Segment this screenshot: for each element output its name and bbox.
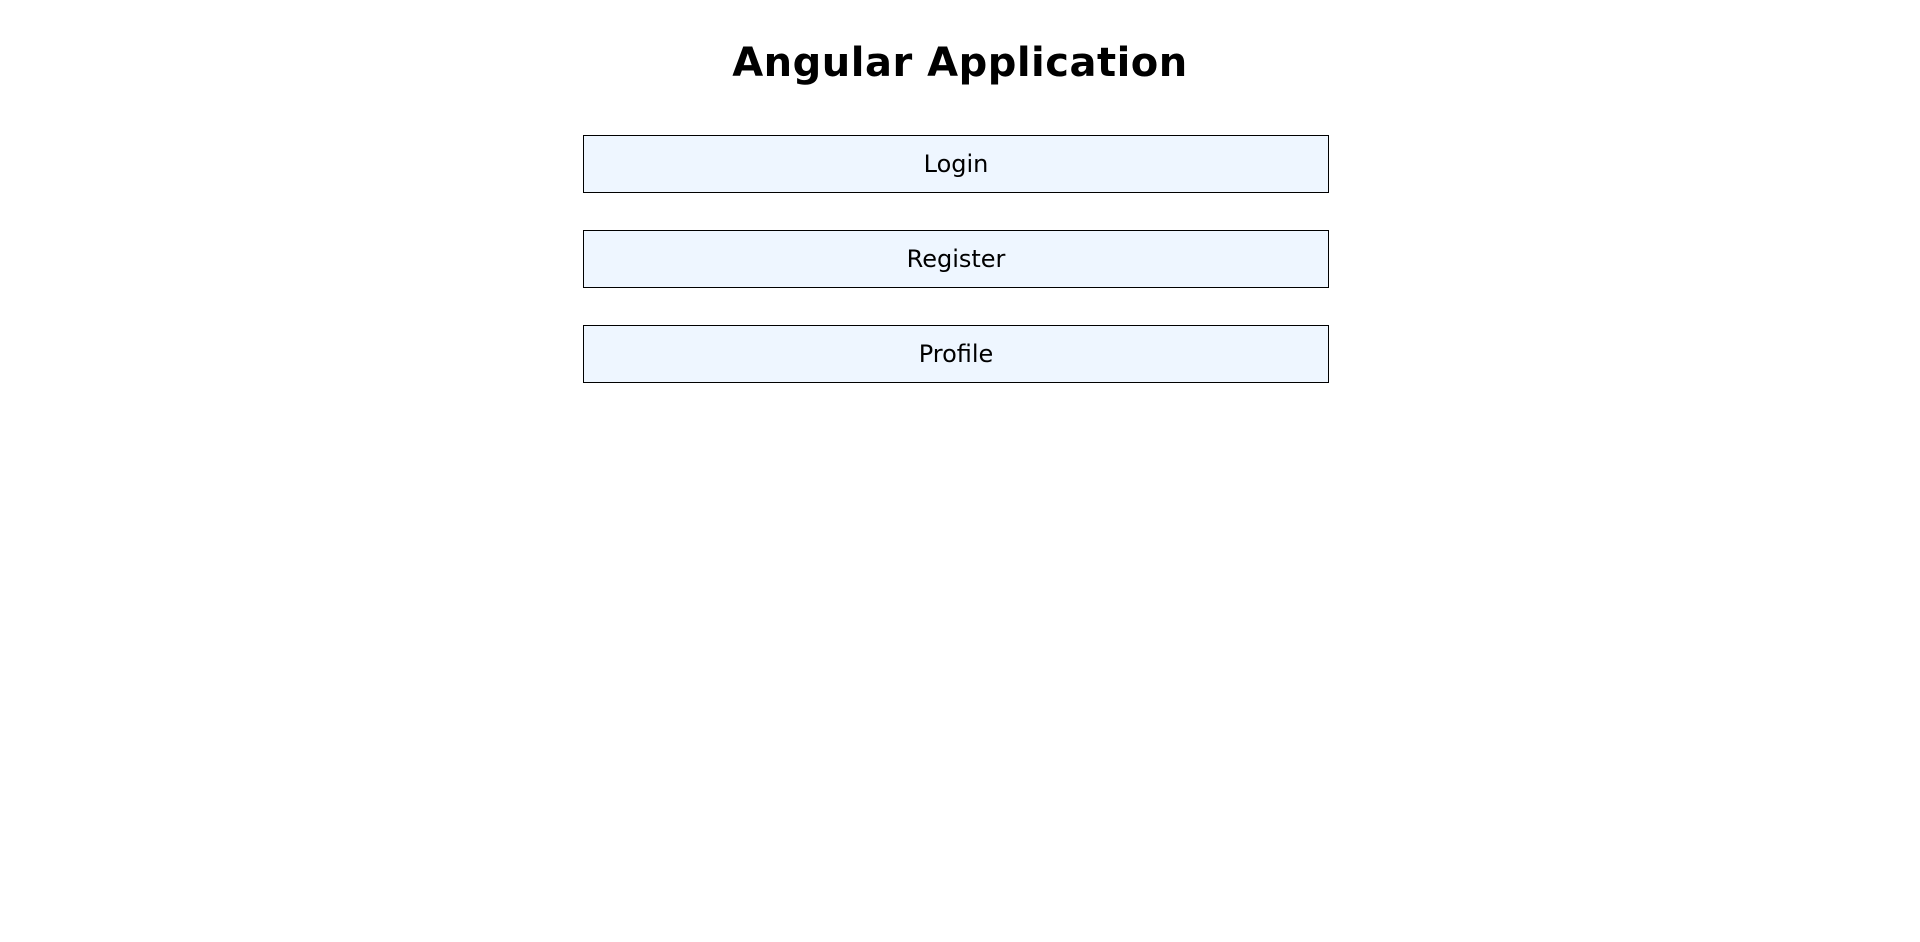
app-root: Angular Application Login Register Profi… xyxy=(0,0,1920,942)
page-title: Angular Application xyxy=(732,40,1188,86)
main-navigation: Login Register Profile xyxy=(583,135,1329,383)
login-button[interactable]: Login xyxy=(583,135,1329,193)
profile-button[interactable]: Profile xyxy=(583,325,1329,383)
register-button[interactable]: Register xyxy=(583,230,1329,288)
